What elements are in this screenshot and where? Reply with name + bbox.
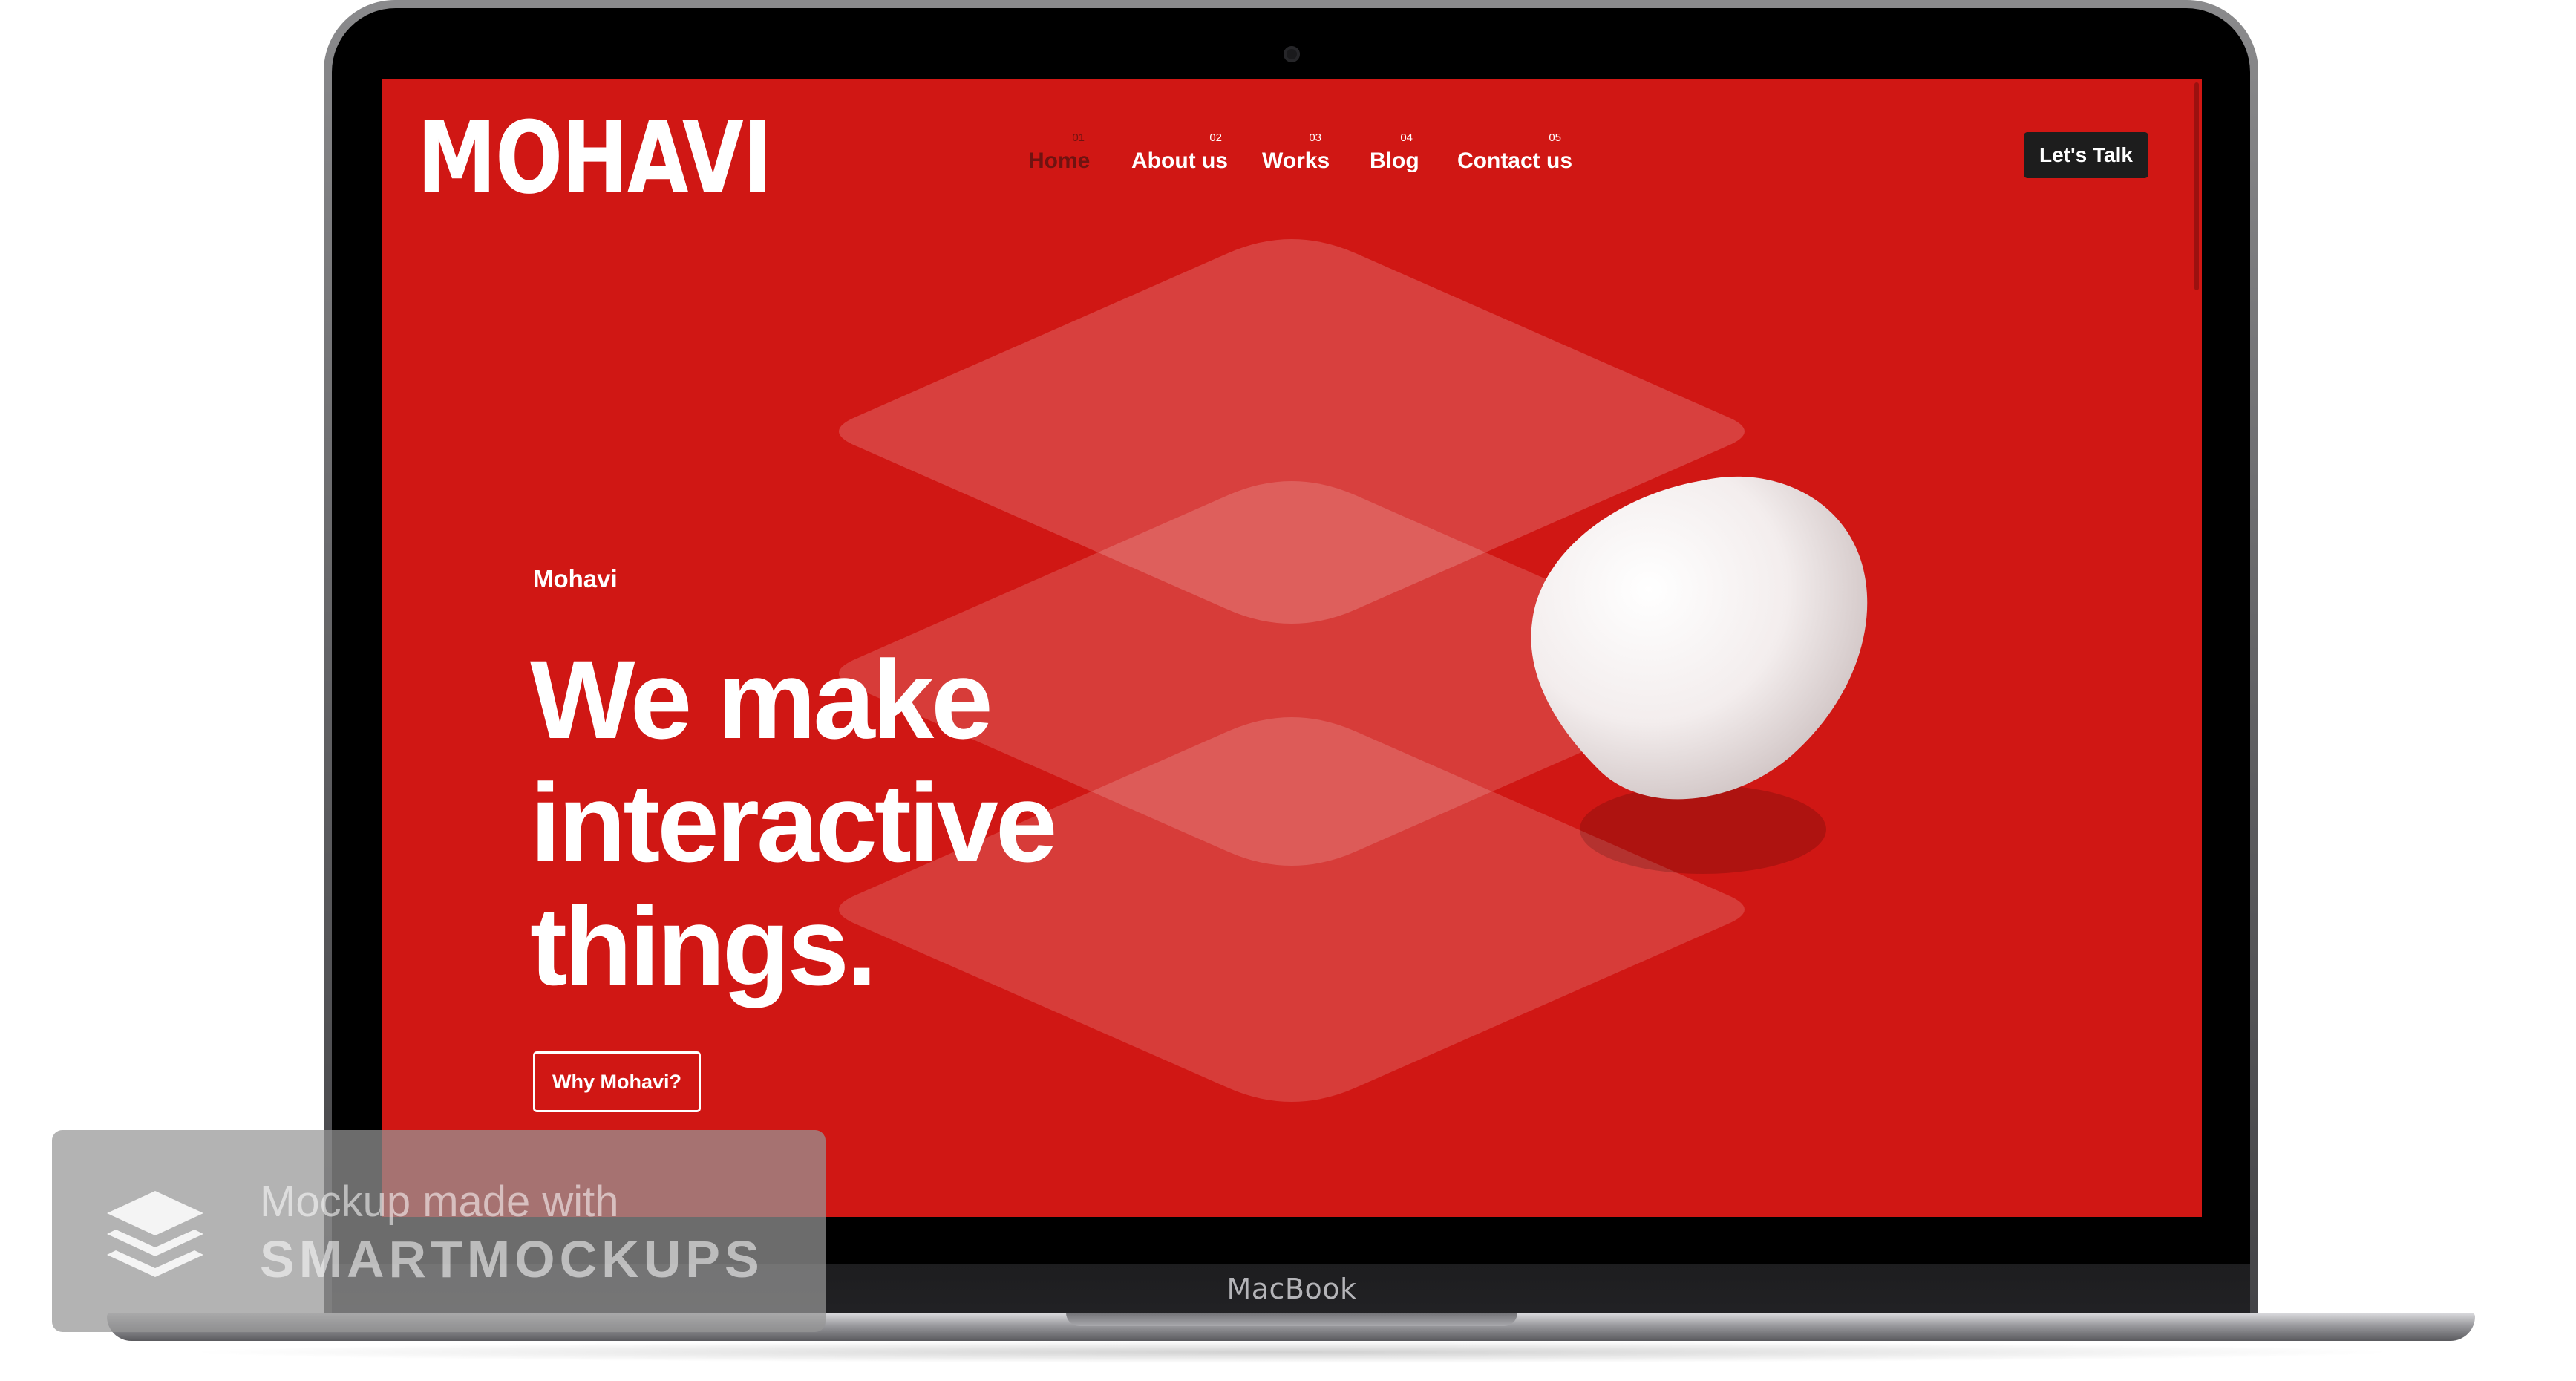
nav-item-home[interactable]: 01 Home bbox=[1028, 131, 1090, 191]
why-mohavi-button[interactable]: Why Mohavi? bbox=[533, 1051, 701, 1112]
website-screen: MOHAVI 01 Home 02 About us 03 Works 04 B… bbox=[382, 79, 2202, 1217]
hero-headline: We make interactive things. bbox=[530, 638, 1198, 1008]
nav-item-number: 03 bbox=[1309, 131, 1321, 144]
nav-item-label: Blog bbox=[1370, 148, 1419, 173]
headline-line: We make bbox=[530, 637, 993, 762]
nav-item-number: 04 bbox=[1400, 131, 1413, 144]
watermark-line2: SMARTMOCKUPS bbox=[260, 1230, 764, 1288]
laptop-base-notch bbox=[1066, 1313, 1517, 1326]
nav-item-number: 02 bbox=[1209, 131, 1222, 144]
blob-shape bbox=[1531, 476, 1868, 800]
nav-item-label: Works bbox=[1262, 148, 1330, 173]
watermark-line1: Mockup made with bbox=[260, 1178, 619, 1226]
nav-item-label: Contact us bbox=[1457, 148, 1573, 173]
blob-shadow bbox=[1580, 785, 1826, 874]
smartmockups-watermark: Mockup made with SMARTMOCKUPS bbox=[52, 1130, 826, 1332]
nav-item-label: Home bbox=[1028, 148, 1091, 173]
nav-item-number: 01 bbox=[1072, 131, 1085, 144]
headline-line: things. bbox=[530, 884, 877, 1008]
nav-item-about[interactable]: 02 About us bbox=[1131, 131, 1228, 191]
laptop-shadow bbox=[178, 1341, 2405, 1363]
headline-line: interactive bbox=[530, 760, 1057, 885]
nav-item-label: About us bbox=[1131, 148, 1228, 173]
layers-icon bbox=[107, 1191, 203, 1277]
nav-item-number: 05 bbox=[1549, 131, 1561, 144]
hero-eyebrow: Mohavi bbox=[533, 565, 618, 592]
lets-talk-button[interactable]: Let's Talk bbox=[2024, 132, 2148, 178]
nav-item-contact[interactable]: 05 Contact us bbox=[1457, 131, 1572, 191]
mockup-stage: MacBook MOHAVI 01 Home 02 About us 03 Wo… bbox=[0, 0, 2576, 1381]
camera-icon bbox=[1284, 46, 1300, 62]
nav-item-works[interactable]: 03 Works bbox=[1262, 131, 1330, 191]
nav-item-blog[interactable]: 04 Blog bbox=[1370, 131, 1419, 191]
laptop-brand-label: MacBook bbox=[1226, 1273, 1357, 1305]
main-nav: 01 Home 02 About us 03 Works 04 Blog 05 … bbox=[382, 131, 2202, 191]
